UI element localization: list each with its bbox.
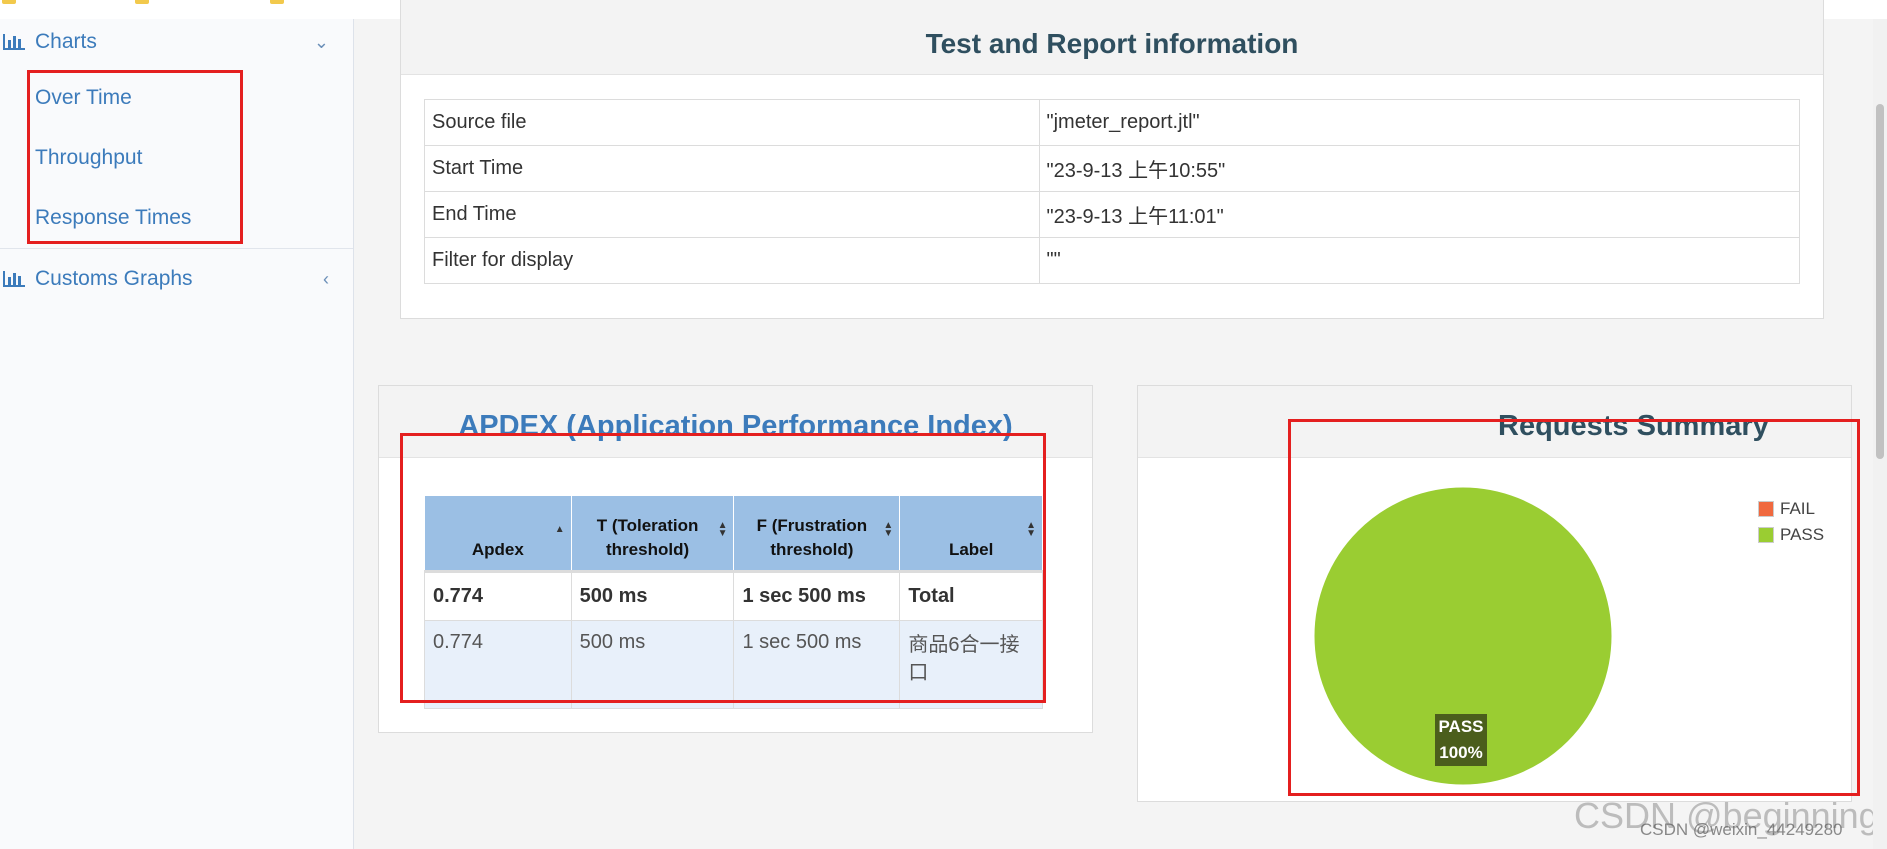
row-key: Start Time: [424, 145, 1040, 192]
sidebar-divider: [0, 248, 353, 249]
panel-header: Test and Report information: [401, 0, 1823, 75]
table-row: End Time "23-9-13 上午11:01": [424, 191, 1801, 238]
highlight-box: [400, 433, 1046, 703]
sidebar-item-charts[interactable]: Charts ⌄: [0, 29, 353, 55]
scrollbar-thumb[interactable]: [1876, 104, 1884, 459]
panel-title: Test and Report information: [925, 28, 1299, 59]
table-row: Filter for display "": [424, 237, 1801, 284]
watermark: CSDN @weixin_44249280: [1640, 820, 1843, 839]
sidebar: Charts ⌄ Over Time Throughput Response T…: [0, 19, 354, 849]
table-row: Source file "jmeter_report.jtl": [424, 99, 1801, 146]
sidebar-item-label: Customs Graphs: [35, 267, 193, 290]
chevron-left-icon[interactable]: ‹: [323, 269, 329, 290]
info-table: Source file "jmeter_report.jtl" Start Ti…: [424, 99, 1801, 284]
test-report-panel: Test and Report information Source file …: [400, 0, 1824, 319]
row-value: "23-9-13 上午11:01": [1038, 191, 1801, 238]
table-row: Start Time "23-9-13 上午10:55": [424, 145, 1801, 192]
bar-chart-icon: [3, 34, 25, 50]
main-content: Test and Report information Source file …: [354, 0, 1887, 849]
bookmark-folder-icon[interactable]: [135, 0, 149, 4]
bookmark-folder-icon[interactable]: [270, 0, 284, 4]
sidebar-item-customs-graphs[interactable]: Customs Graphs ‹: [0, 266, 353, 292]
vertical-scrollbar[interactable]: [1873, 19, 1887, 849]
bookmark-folder-icon[interactable]: [2, 0, 16, 4]
row-key: Source file: [424, 99, 1040, 146]
row-key: End Time: [424, 191, 1040, 238]
bar-chart-icon: [3, 271, 25, 287]
highlight-box: [1288, 419, 1860, 796]
row-value: "": [1038, 237, 1801, 284]
highlight-box: [27, 70, 243, 244]
sidebar-item-label: Charts: [35, 30, 97, 53]
row-key: Filter for display: [424, 237, 1040, 284]
row-value: "23-9-13 上午10:55": [1038, 145, 1801, 192]
row-value: "jmeter_report.jtl": [1038, 99, 1801, 146]
chevron-down-icon[interactable]: ⌄: [314, 32, 329, 53]
